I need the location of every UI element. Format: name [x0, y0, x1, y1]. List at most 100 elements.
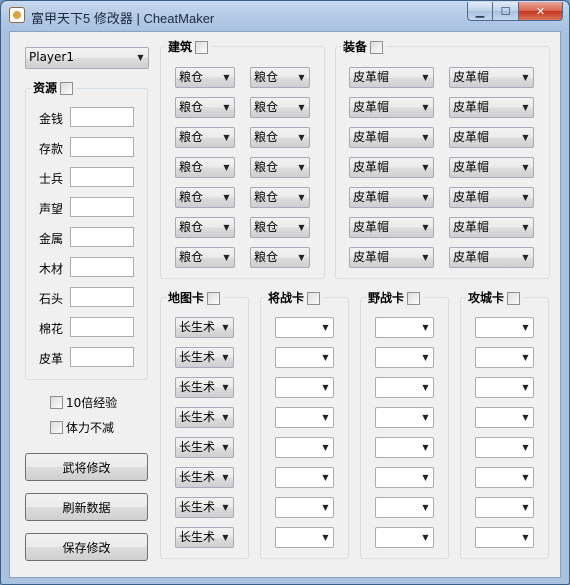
resource-input[interactable] — [70, 107, 134, 127]
field-card-select[interactable]: ▼ — [375, 377, 434, 398]
save-changes-button[interactable]: 保存修改 — [25, 533, 148, 561]
field-cards-checkbox[interactable] — [407, 292, 421, 305]
chevron-down-icon: ▼ — [223, 163, 230, 172]
refresh-data-button[interactable]: 刷新数据 — [25, 493, 148, 521]
stamina-checkbox[interactable] — [50, 421, 63, 434]
minimize-button[interactable]: ▁ — [467, 2, 493, 21]
resource-input[interactable] — [70, 227, 134, 247]
equipment-select[interactable]: 皮革帽 ▼ — [449, 247, 534, 268]
building-select[interactable]: 粮仓 ▼ — [250, 187, 310, 208]
stamina-option[interactable]: 体力不减 — [50, 419, 114, 436]
map-cards-checkbox[interactable] — [207, 292, 221, 305]
general-card-select[interactable]: ▼ — [275, 527, 334, 548]
general-card-select[interactable]: ▼ — [275, 347, 334, 368]
equipment-select-value: 皮革帽 — [353, 250, 390, 264]
map-card-select[interactable]: 长生术 ▼ — [175, 407, 234, 428]
resource-label: 存款 — [38, 142, 63, 156]
map-card-select[interactable]: 长生术 ▼ — [175, 437, 234, 458]
building-select[interactable]: 粮仓 ▼ — [175, 157, 235, 178]
equipment-select[interactable]: 皮革帽 ▼ — [449, 217, 534, 238]
chevron-down-icon: ▼ — [522, 503, 529, 512]
resources-checkbox[interactable] — [60, 82, 74, 95]
general-card-select[interactable]: ▼ — [275, 377, 334, 398]
general-cards-checkbox[interactable] — [307, 292, 321, 305]
map-card-select[interactable]: 长生术 ▼ — [175, 317, 234, 338]
equipment-select[interactable]: 皮革帽 ▼ — [349, 127, 434, 148]
exp10-option[interactable]: 10倍经验 — [50, 394, 117, 411]
equipment-select[interactable]: 皮革帽 ▼ — [449, 97, 534, 118]
resource-input[interactable] — [70, 197, 134, 217]
resource-input[interactable] — [70, 257, 134, 277]
equipment-select[interactable]: 皮革帽 ▼ — [449, 67, 534, 88]
equipment-select[interactable]: 皮革帽 ▼ — [349, 97, 434, 118]
exp10-label: 10倍经验 — [66, 396, 118, 410]
field-card-select[interactable]: ▼ — [375, 467, 434, 488]
maximize-button[interactable]: ☐ — [493, 2, 519, 21]
field-card-select[interactable]: ▼ — [375, 497, 434, 518]
equipment-select[interactable]: 皮革帽 ▼ — [349, 157, 434, 178]
resource-input[interactable] — [70, 167, 134, 187]
general-card-select[interactable]: ▼ — [275, 317, 334, 338]
building-select[interactable]: 粮仓 ▼ — [175, 97, 235, 118]
exp10-checkbox[interactable] — [50, 396, 63, 409]
close-button[interactable]: ✕ — [519, 2, 563, 21]
equipment-checkbox[interactable] — [370, 41, 384, 54]
map-card-select[interactable]: 长生术 ▼ — [175, 467, 234, 488]
chevron-down-icon: ▼ — [522, 193, 529, 202]
field-card-select[interactable]: ▼ — [375, 437, 434, 458]
siege-card-select[interactable]: ▼ — [475, 317, 534, 338]
map-card-select[interactable]: 长生术 ▼ — [175, 377, 234, 398]
resource-input[interactable] — [70, 137, 134, 157]
siege-card-select[interactable]: ▼ — [475, 497, 534, 518]
equipment-select[interactable]: 皮革帽 ▼ — [349, 187, 434, 208]
building-select[interactable]: 粮仓 ▼ — [175, 67, 235, 88]
building-select[interactable]: 粮仓 ▼ — [250, 157, 310, 178]
building-select[interactable]: 粮仓 ▼ — [250, 127, 310, 148]
resource-input[interactable] — [70, 317, 134, 337]
equipment-select[interactable]: 皮革帽 ▼ — [449, 127, 534, 148]
player-select[interactable]: Player1 ▼ — [25, 47, 149, 69]
field-card-select[interactable]: ▼ — [375, 407, 434, 428]
field-card-select[interactable]: ▼ — [375, 527, 434, 548]
building-select[interactable]: 粮仓 ▼ — [175, 247, 235, 268]
general-card-select[interactable]: ▼ — [275, 497, 334, 518]
building-select[interactable]: 粮仓 ▼ — [175, 187, 235, 208]
chevron-down-icon: ▼ — [422, 473, 429, 482]
chevron-down-icon: ▼ — [422, 73, 429, 82]
general-card-select[interactable]: ▼ — [275, 437, 334, 458]
equipment-select[interactable]: 皮革帽 ▼ — [349, 67, 434, 88]
general-edit-button[interactable]: 武将修改 — [25, 453, 148, 481]
resource-input[interactable] — [70, 287, 134, 307]
equipment-select[interactable]: 皮革帽 ▼ — [449, 157, 534, 178]
siege-card-select[interactable]: ▼ — [475, 527, 534, 548]
siege-card-select[interactable]: ▼ — [475, 377, 534, 398]
siege-card-select[interactable]: ▼ — [475, 347, 534, 368]
equipment-select[interactable]: 皮革帽 ▼ — [349, 217, 434, 238]
map-card-select[interactable]: 长生术 ▼ — [175, 497, 234, 518]
siege-card-select[interactable]: ▼ — [475, 437, 534, 458]
field-card-select[interactable]: ▼ — [375, 317, 434, 338]
siege-cards-checkbox[interactable] — [507, 292, 521, 305]
siege-card-select[interactable]: ▼ — [475, 407, 534, 428]
building-select[interactable]: 粮仓 ▼ — [250, 97, 310, 118]
map-card-select[interactable]: 长生术 ▼ — [175, 347, 234, 368]
map-card-select[interactable]: 长生术 ▼ — [175, 527, 234, 548]
equipment-select[interactable]: 皮革帽 ▼ — [349, 247, 434, 268]
building-select[interactable]: 粮仓 ▼ — [175, 127, 235, 148]
building-select[interactable]: 粮仓 ▼ — [250, 247, 310, 268]
title-bar[interactable]: 富甲天下5 修改器 | CheatMaker ▁ ☐ ✕ — [1, 1, 569, 31]
building-select[interactable]: 粮仓 ▼ — [175, 217, 235, 238]
resource-input[interactable] — [70, 347, 134, 367]
field-card-select[interactable]: ▼ — [375, 347, 434, 368]
siege-card-select[interactable]: ▼ — [475, 467, 534, 488]
building-select[interactable]: 粮仓 ▼ — [250, 217, 310, 238]
buildings-checkbox[interactable] — [195, 41, 209, 54]
app-icon — [9, 7, 25, 23]
building-select-value: 粮仓 — [179, 190, 204, 204]
building-select[interactable]: 粮仓 ▼ — [250, 67, 310, 88]
general-card-select[interactable]: ▼ — [275, 467, 334, 488]
general-card-select[interactable]: ▼ — [275, 407, 334, 428]
field-cards-group-title: 野战卡 — [366, 291, 424, 306]
player-select-value: Player1 — [29, 50, 74, 64]
equipment-select[interactable]: 皮革帽 ▼ — [449, 187, 534, 208]
